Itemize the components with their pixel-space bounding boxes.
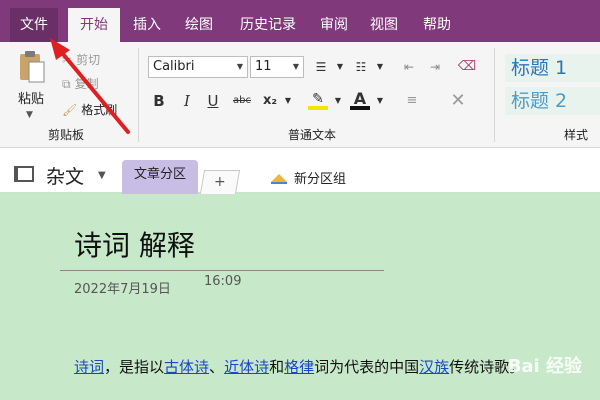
numbered-list-icon[interactable]: ☷ — [350, 56, 372, 78]
ribbon: 粘贴 ▼ ✂ 剪切 ⧉ 复制 🖌 格式刷 剪贴板 Calibri ▼ 11 ▼ … — [0, 42, 600, 148]
section-group-icon — [271, 173, 287, 184]
outdent-icon[interactable]: ⇤ — [398, 56, 420, 78]
chevron-down-icon[interactable]: ▼ — [334, 56, 346, 78]
divider — [138, 48, 139, 142]
plus-icon: + — [214, 174, 226, 190]
brush-icon: 🖌 — [62, 103, 78, 117]
italic-icon[interactable]: I — [178, 90, 196, 112]
title-divider — [60, 270, 384, 271]
page-title[interactable]: 诗词 解释 — [74, 224, 195, 264]
chevron-down-icon: ▼ — [236, 62, 243, 71]
scissors-icon: ✂ — [62, 53, 73, 67]
page-date: 2022年7月19日 — [74, 282, 171, 297]
underline-icon[interactable]: U — [204, 90, 222, 112]
tab-file[interactable]: 文件 — [10, 8, 58, 42]
tab-section[interactable]: 文章分区 — [122, 160, 198, 194]
link-jinti[interactable]: 近体诗 — [224, 358, 269, 376]
tab-insert[interactable]: 插入 — [124, 8, 170, 42]
notebook-bar: 杂文 ▼ 文章分区 + 新分区组 — [0, 148, 600, 194]
tab-history[interactable]: 历史记录 — [230, 8, 306, 42]
style-heading-2[interactable]: 标题 2 — [505, 87, 600, 115]
subscript-icon[interactable]: x₂ — [260, 90, 280, 112]
page-time: 16:09 — [204, 274, 242, 289]
menu-bar: 文件 开始 插入 绘图 历史记录 审阅 视图 帮助 — [0, 0, 600, 42]
delete-icon[interactable]: ✕ — [448, 90, 468, 112]
new-section-group-button[interactable]: 新分区组 — [270, 168, 346, 187]
watermark: Bai 经验 — [507, 356, 582, 377]
basic-text-group-label: 普通文本 — [288, 128, 337, 142]
tab-help[interactable]: 帮助 — [414, 8, 460, 42]
paste-icon[interactable] — [18, 50, 46, 84]
highlight-icon[interactable]: ✎ — [308, 88, 328, 110]
link-hanzu[interactable]: 汉族 — [419, 358, 449, 376]
chevron-down-icon: ▼ — [292, 62, 299, 71]
paste-dropdown-icon[interactable]: ▼ — [26, 110, 33, 120]
add-section-button[interactable]: + — [199, 170, 241, 194]
link-gelv[interactable]: 格律 — [284, 358, 314, 376]
clear-format-icon[interactable]: ⌫ — [456, 56, 478, 78]
notebook-icon[interactable] — [14, 166, 34, 182]
styles-group-label: 样式 — [564, 128, 589, 142]
tab-home[interactable]: 开始 — [68, 8, 120, 42]
align-icon[interactable]: ≡ — [402, 90, 422, 112]
cut-button[interactable]: ✂ 剪切 — [62, 50, 100, 70]
copy-button[interactable]: ⧉ 复制 — [62, 74, 99, 94]
divider — [494, 48, 495, 142]
style-heading-1[interactable]: 标题 1 — [505, 54, 600, 82]
font-size-select[interactable]: 11 ▼ — [250, 56, 304, 78]
paste-button[interactable]: 粘贴 — [18, 88, 44, 107]
tab-view[interactable]: 视图 — [362, 8, 406, 42]
chevron-down-icon[interactable]: ▼ — [332, 90, 344, 112]
font-family-select[interactable]: Calibri ▼ — [148, 56, 248, 78]
notebook-name[interactable]: 杂文 — [46, 162, 84, 189]
bold-icon[interactable]: B — [150, 90, 168, 112]
copy-icon: ⧉ — [62, 77, 71, 91]
tab-review[interactable]: 审阅 — [312, 8, 356, 42]
link-guti[interactable]: 古体诗 — [164, 358, 209, 376]
bullet-list-icon[interactable]: ☰ — [310, 56, 332, 78]
clipboard-group-label: 剪贴板 — [48, 128, 85, 142]
strikethrough-icon[interactable]: abc — [230, 90, 254, 112]
tab-draw[interactable]: 绘图 — [176, 8, 222, 42]
body-paragraph[interactable]: 诗词，是指以古体诗、近体诗和格律词为代表的中国汉族传统诗歌。 — [74, 356, 524, 377]
chevron-down-icon[interactable]: ▼ — [98, 170, 106, 181]
chevron-down-icon[interactable]: ▼ — [374, 90, 386, 112]
format-painter-button[interactable]: 🖌 格式刷 — [62, 100, 117, 120]
font-color-icon[interactable]: A — [350, 88, 370, 110]
link-shici[interactable]: 诗词 — [74, 358, 104, 376]
chevron-down-icon[interactable]: ▼ — [282, 90, 294, 112]
indent-icon[interactable]: ⇥ — [424, 56, 446, 78]
chevron-down-icon[interactable]: ▼ — [374, 56, 386, 78]
